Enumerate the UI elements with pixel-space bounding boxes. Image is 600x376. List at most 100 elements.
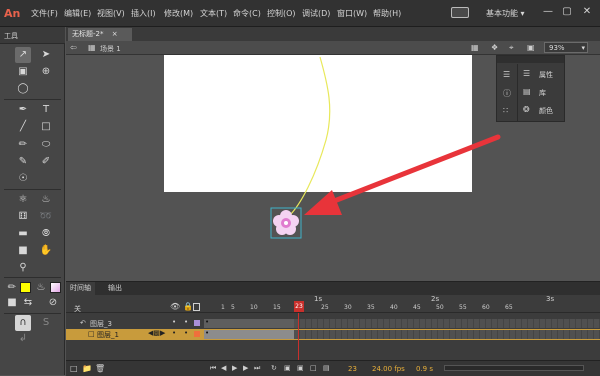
time-readout[interactable]: 0.9 s: [416, 365, 433, 373]
visible-dot[interactable]: •: [172, 318, 176, 326]
keyframe-dot[interactable]: •: [205, 329, 209, 337]
width-tool-icon[interactable]: ⦾: [38, 226, 54, 242]
sync-settings-icon[interactable]: [451, 7, 469, 18]
minimize-button[interactable]: —: [541, 5, 555, 19]
layer-color-swatch[interactable]: [194, 320, 200, 326]
menu-debug[interactable]: 调试(D): [302, 8, 330, 19]
frames-strip[interactable]: [294, 330, 600, 339]
menu-file[interactable]: 文件(F): [31, 8, 58, 19]
paint-brush-tool-icon[interactable]: ✐: [38, 154, 54, 170]
edit-symbol-icon[interactable]: ❖: [491, 43, 498, 52]
eyedropper-tool-icon[interactable]: ➿: [38, 209, 54, 225]
onion-outline-icon[interactable]: □: [310, 364, 317, 372]
layer-row-selected[interactable]: □ 图层_1 ◀▩▶ • • •: [66, 329, 600, 340]
text-tool-icon[interactable]: T: [38, 102, 54, 118]
swap-colors-icon[interactable]: ⇆: [20, 295, 36, 311]
color-palette-icon[interactable]: ❂: [523, 105, 530, 114]
flower-symbol[interactable]: [270, 207, 302, 239]
center-frame-icon[interactable]: ▣: [284, 364, 291, 372]
fps-readout[interactable]: 24.00 fps: [372, 365, 405, 373]
bone-tool-icon[interactable]: ⚛: [15, 192, 31, 208]
last-frame-icon[interactable]: ⏭: [254, 364, 260, 373]
properties-label[interactable]: 属性: [539, 70, 553, 80]
lasso-tool-icon[interactable]: ◯: [15, 81, 31, 97]
black-white-icon[interactable]: ■: [4, 295, 20, 311]
menu-window[interactable]: 窗口(W): [337, 8, 367, 19]
oval-tool-icon[interactable]: ⬭: [38, 137, 54, 153]
playhead-frame[interactable]: 23: [294, 301, 304, 312]
subselection-tool-icon[interactable]: ➤: [38, 47, 54, 63]
eye-icon[interactable]: 👁: [170, 302, 180, 311]
onion-skin-icon[interactable]: ▣: [297, 364, 304, 372]
properties-panel-icon[interactable]: ☰: [523, 69, 530, 78]
menu-text[interactable]: 文本(T): [200, 8, 227, 19]
timeline-scrollbar[interactable]: [444, 365, 584, 371]
edit-multiple-icon[interactable]: ▤: [323, 364, 330, 372]
hand-tool-icon[interactable]: ✋: [38, 243, 54, 259]
menu-modify[interactable]: 修改(M): [164, 8, 193, 19]
tab-output[interactable]: 输出: [104, 282, 126, 295]
camera-tool-icon[interactable]: ■: [15, 243, 31, 259]
layer-row[interactable]: ↶ 图层_3 • • •: [66, 318, 600, 329]
edit-scene-icon[interactable]: ▦: [471, 43, 479, 52]
clip-content-icon[interactable]: ▣: [527, 43, 535, 52]
menu-help[interactable]: 帮助(H): [373, 8, 401, 19]
layer-color-swatch[interactable]: [194, 331, 200, 337]
snap-to-objects-icon[interactable]: ∩: [15, 315, 31, 331]
library-icon[interactable]: ▤: [523, 87, 531, 96]
frames-strip[interactable]: [294, 319, 600, 328]
no-color-icon[interactable]: ⊘: [45, 295, 61, 311]
fill-color-icon[interactable]: ♨: [33, 280, 49, 296]
info-icon[interactable]: ⓘ: [503, 88, 511, 99]
delete-layer-icon[interactable]: 🗑: [95, 364, 105, 373]
lock-dot[interactable]: •: [184, 329, 188, 337]
next-frame-icon[interactable]: ▶: [243, 364, 248, 372]
straighten-icon[interactable]: ↲: [15, 331, 31, 347]
ink-bottle-tool-icon[interactable]: ⚅: [15, 209, 31, 225]
properties-icon[interactable]: ☰: [503, 70, 510, 79]
motion-guide-path[interactable]: [287, 56, 331, 218]
library-label[interactable]: 库: [539, 88, 546, 98]
prev-frame-icon[interactable]: ◀: [221, 364, 226, 372]
pen-tool-icon[interactable]: ✒: [15, 102, 31, 118]
free-transform-tool-icon[interactable]: ▣: [15, 64, 31, 80]
stroke-color-icon[interactable]: ✏: [4, 280, 20, 296]
layer-name[interactable]: 图层_1: [97, 330, 119, 340]
keyframe-span[interactable]: [204, 319, 294, 328]
visible-dot[interactable]: •: [172, 329, 176, 337]
align-icon[interactable]: ∷: [503, 106, 508, 115]
stroke-color-swatch[interactable]: [20, 282, 31, 293]
line-tool-icon[interactable]: ╱: [15, 119, 31, 135]
selection-tool-icon[interactable]: ↗: [15, 47, 31, 63]
tween-span[interactable]: [204, 330, 294, 339]
rectangle-tool-icon[interactable]: □: [38, 119, 54, 135]
paint-bucket-tool-icon[interactable]: ♨: [38, 192, 54, 208]
deco-tool-icon[interactable]: ☉: [15, 171, 31, 187]
document-tab[interactable]: 无标题-2* ×: [68, 28, 132, 41]
lock-dot[interactable]: •: [184, 318, 188, 326]
timeline-ruler[interactable]: 关 👁 🔒 1s 2s 3s 1 5 10 15 25 30 35 40 45 …: [66, 295, 600, 313]
tab-timeline[interactable]: 时间轴: [66, 282, 95, 295]
menu-edit[interactable]: 编辑(E): [64, 8, 91, 19]
workspace-switcher[interactable]: 基本功能 ▾: [486, 8, 525, 19]
loop-icon[interactable]: ↻: [271, 364, 277, 372]
menu-control[interactable]: 控制(O): [267, 8, 296, 19]
close-icon[interactable]: ×: [112, 30, 118, 38]
brush-tool-icon[interactable]: ✎: [15, 154, 31, 170]
close-button[interactable]: ✕: [580, 5, 594, 19]
pencil-tool-icon[interactable]: ✏: [15, 137, 31, 153]
color-label[interactable]: 颜色: [539, 106, 553, 116]
3d-rotation-tool-icon[interactable]: ⊕: [38, 64, 54, 80]
menu-commands[interactable]: 命令(C): [233, 8, 261, 19]
eraser-tool-icon[interactable]: ▬: [15, 226, 31, 242]
menu-view[interactable]: 视图(V): [97, 8, 125, 19]
keyframe-dot[interactable]: •: [205, 318, 209, 326]
new-layer-icon[interactable]: □: [70, 364, 78, 373]
outline-icon[interactable]: [193, 303, 200, 311]
center-stage-icon[interactable]: ⌖: [509, 43, 514, 53]
maximize-button[interactable]: ▢: [560, 5, 574, 19]
layer-name[interactable]: 图层_3: [90, 319, 112, 329]
smooth-icon[interactable]: S: [38, 315, 54, 331]
first-frame-icon[interactable]: ⏮: [210, 364, 216, 373]
play-icon[interactable]: ▶: [232, 364, 237, 372]
